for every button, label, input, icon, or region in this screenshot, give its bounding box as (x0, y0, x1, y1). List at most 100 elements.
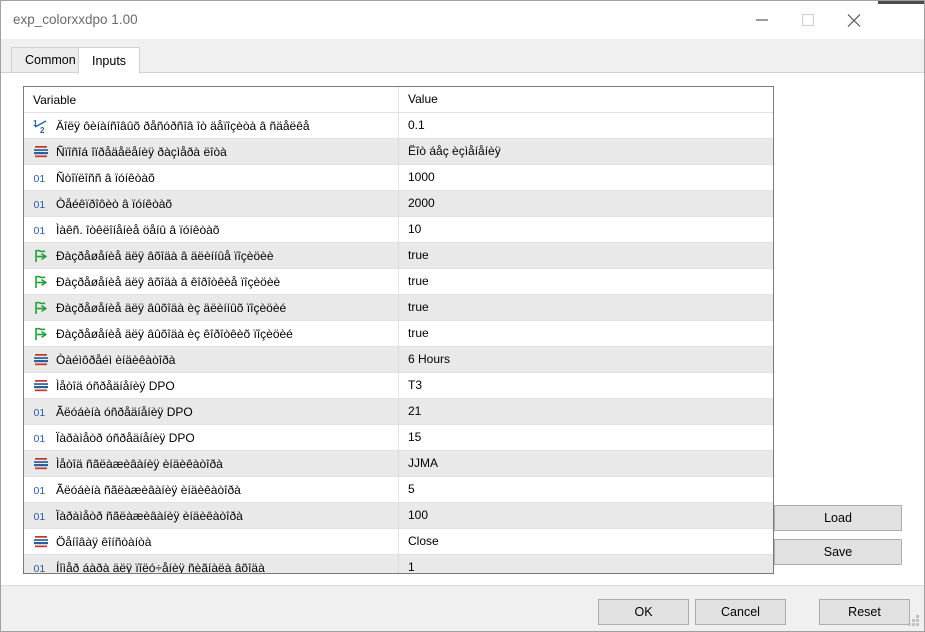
table-cell-value[interactable]: 6 Hours (398, 346, 773, 373)
table-row[interactable]: 01 Ìàêñ. îòêëîíåíèå öåíû â ïóíêòàõ 10 (24, 216, 773, 243)
integer-01-icon: 01 (33, 508, 49, 524)
save-button[interactable]: Save (774, 539, 902, 565)
ok-button[interactable]: OK (598, 599, 689, 625)
table-cell-variable: 01 Íîìåð áàðà äëÿ ïîëó÷åíèÿ ñèãíàëà âõîäà (24, 554, 398, 574)
table-row[interactable]: 01 Ãëóáèíà ñãëàæèâàíèÿ èíäèêàòîðà 5 (24, 476, 773, 503)
variable-label: Ãëóáèíà ñãëàæèâàíèÿ èíäèêàòîðà (56, 482, 241, 497)
table-row[interactable]: Ìåòîä óñðåäíåíèÿ DPO T3 (24, 372, 773, 399)
table-row[interactable]: Ìåòîä ñãëàæèâàíèÿ èíäèêàòîðà JJMA (24, 450, 773, 477)
table-cell-variable: Ðàçðåøåíèå äëÿ âûõîäà èç äëèííûõ ïîçèöèé (24, 294, 398, 321)
integer-01-icon: 01 (33, 560, 49, 574)
variable-label: Ðàçðåøåíèå äëÿ âõîäà â äëèííûå ïîçèöèè (56, 248, 274, 263)
variable-label: Ðàçðåøåíèå äëÿ âõîäà â êîðîòêèå ïîçèöèè (56, 274, 281, 289)
table-cell-value[interactable]: T3 (398, 372, 773, 399)
integer-01-icon: 01 (33, 430, 49, 446)
table-cell-value[interactable]: true (398, 320, 773, 347)
table-row[interactable]: 01 Ïàðàìåòð óñðåäíåíèÿ DPO 15 (24, 424, 773, 451)
table-cell-value[interactable]: 0.1 (398, 112, 773, 139)
table-cell-variable: 01 Ñòîïëîññ â ïóíêòàõ (24, 164, 398, 191)
table-cell-value[interactable]: Ëîò áåç èçìåíåíèÿ (398, 138, 773, 165)
table-row[interactable]: Ñïîñîá îïðåäåëåíèÿ ðàçìåðà ëîòà Ëîò áåç è… (24, 138, 773, 165)
variable-label: Öåíîâàÿ êîíñòàíòà (56, 534, 152, 549)
variable-label: Ãëóáèíà óñðåäíåíèÿ DPO (56, 404, 193, 419)
table-row[interactable]: Ðàçðåøåíèå äëÿ âûõîäà èç äëèííûõ ïîçèöèé… (24, 294, 773, 321)
title-bar: exp_colorxxdpo 1.00 (1, 1, 924, 39)
value-label: 15 (398, 425, 773, 450)
table-cell-value[interactable]: 100 (398, 502, 773, 529)
resize-grip[interactable] (908, 615, 921, 628)
table-row[interactable]: 01 Ãëóáèíà óñðåäíåíèÿ DPO 21 (24, 398, 773, 425)
value-label: true (398, 321, 773, 346)
cancel-button[interactable]: Cancel (695, 599, 786, 625)
table-row[interactable]: Ðàçðåøåíèå äëÿ âõîäà â äëèííûå ïîçèöèè tr… (24, 242, 773, 269)
value-label: 10 (398, 217, 773, 242)
variable-label: Ïàðàìåòð óñðåäíåíèÿ DPO (56, 430, 195, 445)
titlebar-accent (878, 1, 924, 4)
value-label: true (398, 243, 773, 268)
table-cell-value[interactable]: true (398, 268, 773, 295)
svg-text:01: 01 (34, 407, 46, 419)
table-row[interactable]: Ðàçðåøåíèå äëÿ âûõîäà èç êîðîòêèõ ïîçèöè… (24, 320, 773, 347)
table-cell-value[interactable]: 15 (398, 424, 773, 451)
boolean-flag-icon (33, 326, 49, 342)
minimize-button[interactable] (740, 1, 786, 39)
table-cell-value[interactable]: 2000 (398, 190, 773, 217)
boolean-flag-icon (33, 248, 49, 264)
table-cell-variable: 01 Ìàêñ. îòêëîíåíèå öåíû â ïóíêòàõ (24, 216, 398, 243)
variable-label: Äîëÿ ôèíàíñîâûõ ðåñóðñîâ îò äåïîçèòà â ñ… (56, 118, 310, 133)
table-cell-variable: 01 Ãëóáèíà óñðåäíåíèÿ DPO (24, 398, 398, 425)
svg-text:01: 01 (34, 511, 46, 523)
boolean-flag-icon (33, 300, 49, 316)
load-button[interactable]: Load (774, 505, 902, 531)
table-cell-value[interactable]: Close (398, 528, 773, 555)
close-button[interactable] (832, 1, 878, 39)
svg-text:01: 01 (34, 199, 46, 211)
table-row[interactable]: 01 Ñòîïëîññ â ïóíêòàõ 1000 (24, 164, 773, 191)
table-cell-variable: Ðàçðåøåíèå äëÿ âõîäà â êîðîòêèå ïîçèöèè (24, 268, 398, 295)
variable-label: Ðàçðåøåíèå äëÿ âûõîäà èç êîðîòêèõ ïîçèöè… (56, 326, 293, 341)
table-row[interactable]: 01 Òåéêïðîôèò â ïóíêòàõ 2000 (24, 190, 773, 217)
table-row[interactable]: Ðàçðåøåíèå äëÿ âõîäà â êîðîòêèå ïîçèöèè t… (24, 268, 773, 295)
integer-01-icon: 01 (33, 222, 49, 238)
variable-label: Ðàçðåøåíèå äëÿ âûõîäà èç äëèííûõ ïîçèöèé (56, 300, 287, 315)
value-label: true (398, 295, 773, 320)
table-cell-value[interactable]: true (398, 242, 773, 269)
table-row[interactable]: Öåíîâàÿ êîíñòàíòà Close (24, 528, 773, 555)
column-header-value: Value (398, 87, 773, 113)
enum-list-icon (33, 352, 49, 368)
table-cell-value[interactable]: 1 (398, 554, 773, 573)
fraction-half-icon: 12 (33, 118, 49, 134)
table-cell-variable: Ðàçðåøåíèå äëÿ âõîäà â äëèííûå ïîçèöèè (24, 242, 398, 269)
table-cell-value[interactable]: 5 (398, 476, 773, 503)
value-label: 100 (398, 503, 773, 528)
table-row[interactable]: 1 2 Äîëÿ ôèíàíñîâûõ ðåñóðñîâ îò äåïîçèòà â… (24, 112, 773, 139)
dialog-footer: OK Cancel Reset (1, 585, 924, 631)
svg-text:01: 01 (34, 485, 46, 497)
table-cell-value[interactable]: 10 (398, 216, 773, 243)
variable-label: Ìåòîä óñðåäíåíèÿ DPO (56, 378, 175, 393)
value-label: 1 (398, 555, 773, 573)
integer-01-icon: 01 (33, 196, 49, 212)
table-row[interactable]: Òàéìôðåéì èíäèêàòîðà 6 Hours (24, 346, 773, 373)
table-cell-value[interactable]: 21 (398, 398, 773, 425)
table-row[interactable]: 01 Ïàðàìåòð ñãëàæèâàíèÿ èíäèêàòîðà 100 (24, 502, 773, 529)
table-cell-value[interactable]: 1000 (398, 164, 773, 191)
value-label: T3 (398, 373, 773, 398)
maximize-button[interactable] (786, 1, 832, 39)
variable-label: Ïàðàìåòð ñãëàæèâàíèÿ èíäèêàòîðà (56, 508, 243, 523)
table-header-row: Variable Value (24, 87, 773, 113)
parameters-table-body: 1 2 Äîëÿ ôèíàíñîâûõ ðåñóðñîâ îò äåïîçèòà â… (24, 112, 773, 574)
variable-label: Òàéìôðåéì èíäèêàòîðà (56, 352, 176, 367)
value-label: Close (398, 529, 773, 554)
variable-label: Òåéêïðîôèò â ïóíêòàõ (56, 196, 173, 211)
table-cell-value[interactable]: JJMA (398, 450, 773, 477)
value-label: 2000 (398, 191, 773, 216)
enum-list-icon (33, 144, 49, 160)
reset-button[interactable]: Reset (819, 599, 910, 625)
variable-label: Ñòîïëîññ â ïóíêòàõ (56, 170, 155, 185)
tab-strip: Common Inputs (1, 39, 924, 74)
table-row[interactable]: 01 Íîìåð áàðà äëÿ ïîëó÷åíèÿ ñèãíàëà âõîäà… (24, 554, 773, 574)
tab-inputs[interactable]: Inputs (78, 47, 141, 74)
table-cell-value[interactable]: true (398, 294, 773, 321)
value-label: true (398, 269, 773, 294)
